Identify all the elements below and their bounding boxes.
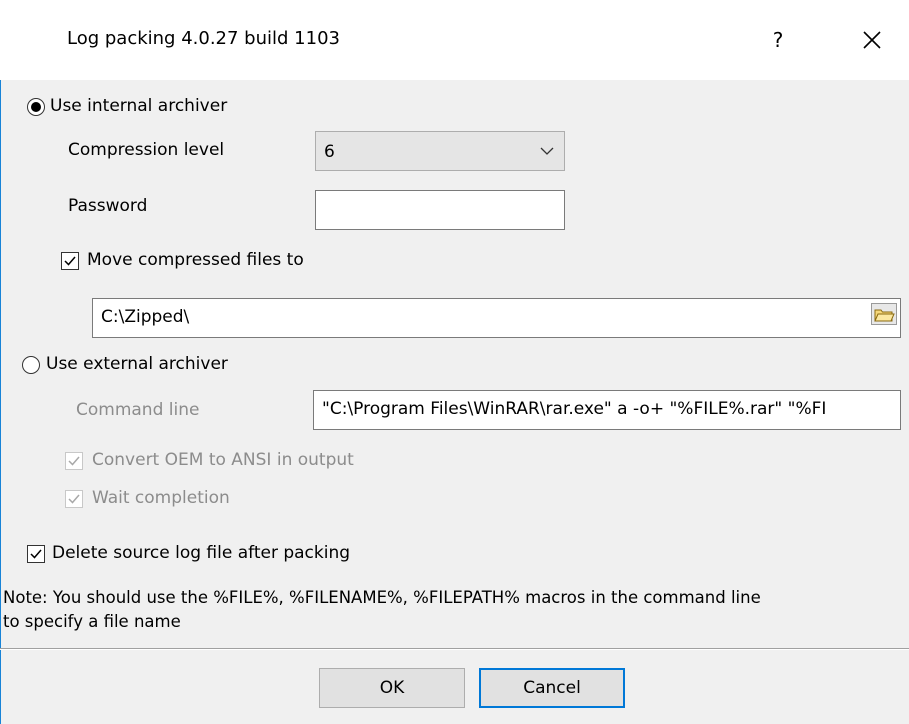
- help-button[interactable]: ?: [758, 18, 798, 62]
- compression-level-value: 6: [324, 142, 335, 162]
- move-path-value: C:\Zipped\: [101, 307, 190, 327]
- wait-completion-checkbox[interactable]: [65, 490, 83, 508]
- command-line-field[interactable]: "C:\Program Files\WinRAR\rar.exe" a -o+ …: [313, 390, 901, 430]
- ok-button[interactable]: OK: [319, 668, 465, 708]
- compression-level-label: Compression level: [68, 140, 225, 160]
- checkmark-icon: [68, 494, 80, 504]
- window-border: [0, 0, 1, 724]
- dropdown-chevron-icon: [540, 147, 554, 155]
- move-compressed-checkbox[interactable]: [61, 252, 79, 270]
- cancel-button[interactable]: Cancel: [479, 668, 625, 708]
- window-title: Log packing 4.0.27 build 1103: [67, 28, 340, 49]
- convert-oem-label: Convert OEM to ANSI in output: [92, 450, 354, 470]
- wait-completion-label: Wait completion: [92, 488, 230, 508]
- note-text-line2: to specify a file name: [3, 612, 181, 631]
- move-path-field[interactable]: C:\Zipped\: [92, 298, 901, 338]
- checkmark-icon: [30, 549, 42, 559]
- password-field[interactable]: [315, 190, 565, 230]
- browse-folder-button[interactable]: [871, 303, 897, 325]
- command-line-value: "C:\Program Files\WinRAR\rar.exe" a -o+ …: [322, 399, 827, 419]
- radio-selected-dot: [31, 102, 41, 112]
- divider-highlight: [0, 649, 909, 650]
- internal-archiver-radio[interactable]: [27, 98, 45, 116]
- password-label: Password: [68, 196, 148, 216]
- title-bar: Log packing 4.0.27 build 1103 ?: [0, 0, 909, 80]
- external-archiver-label: Use external archiver: [46, 354, 228, 374]
- move-compressed-label: Move compressed files to: [87, 250, 304, 270]
- folder-icon: [871, 303, 897, 325]
- convert-oem-checkbox[interactable]: [65, 452, 83, 470]
- compression-level-select[interactable]: 6: [315, 131, 565, 171]
- checkmark-icon: [68, 456, 80, 466]
- command-line-label: Command line: [76, 400, 200, 420]
- close-icon: [863, 31, 881, 49]
- checkmark-icon: [64, 256, 76, 266]
- internal-archiver-label: Use internal archiver: [50, 96, 228, 116]
- note-text-line1: Note: You should use the %FILE%, %FILENA…: [3, 588, 761, 607]
- delete-source-checkbox[interactable]: [27, 545, 45, 563]
- delete-source-label: Delete source log file after packing: [52, 543, 351, 563]
- close-button[interactable]: [852, 18, 892, 62]
- external-archiver-radio[interactable]: [22, 356, 40, 374]
